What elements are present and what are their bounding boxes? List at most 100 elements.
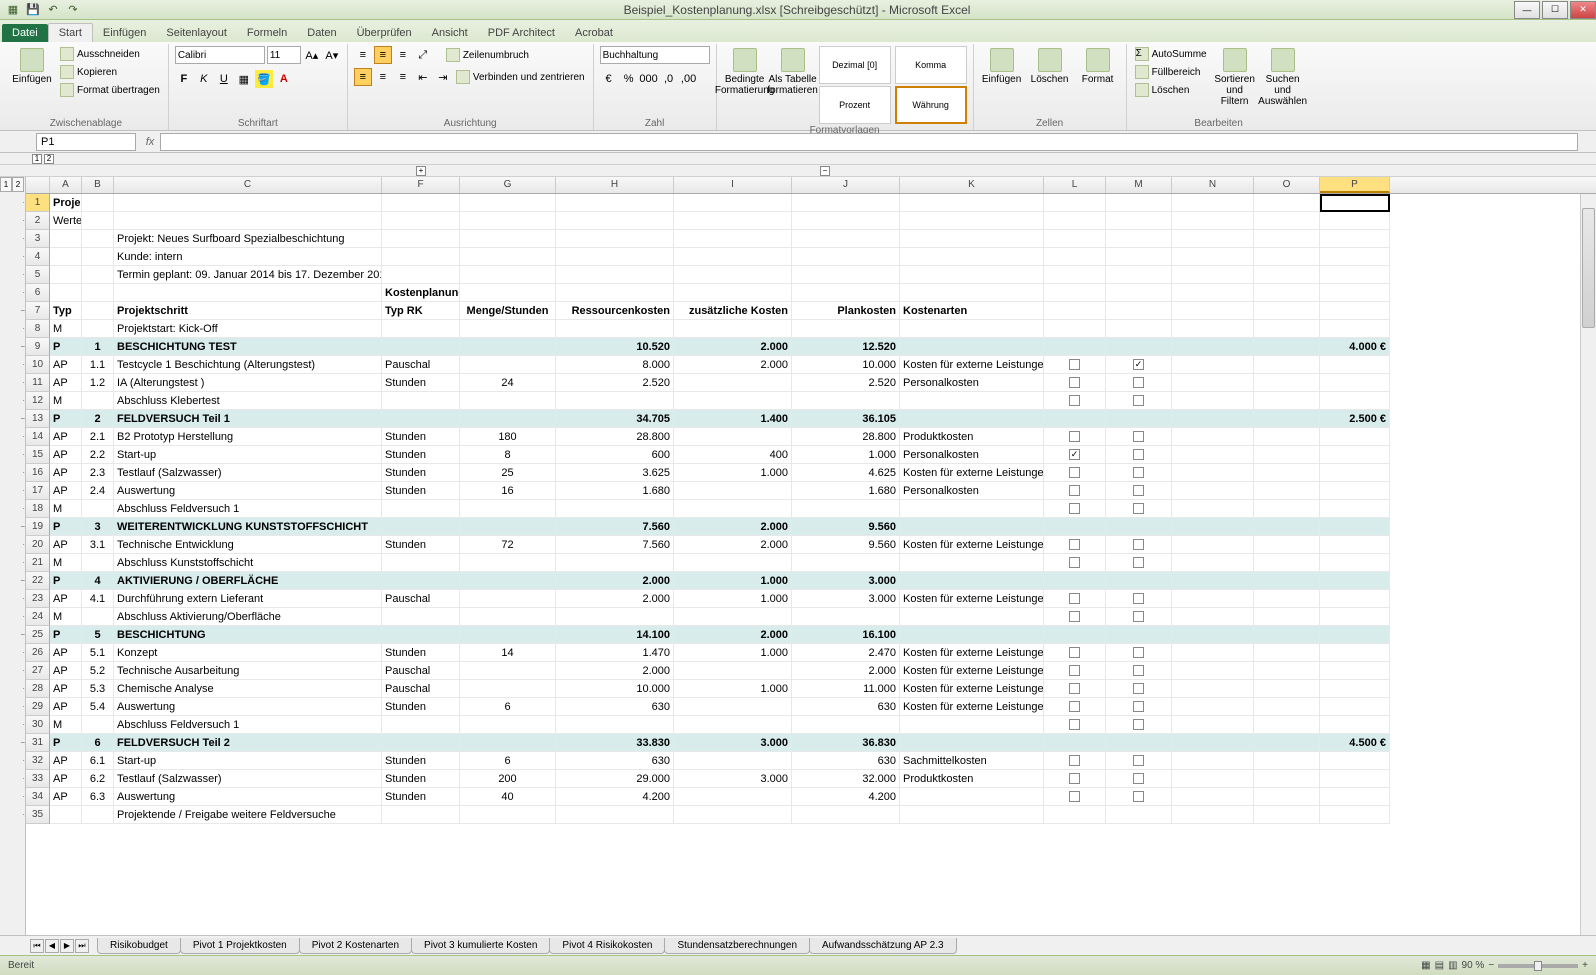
row-header-28[interactable]: 28 bbox=[26, 680, 50, 698]
row-outline-2[interactable]: 2 bbox=[12, 177, 24, 192]
cell[interactable]: 16.100 bbox=[792, 626, 900, 644]
cell[interactable] bbox=[1254, 752, 1320, 770]
cell[interactable] bbox=[1106, 374, 1172, 392]
sheet-tab[interactable]: Pivot 2 Kostenarten bbox=[299, 938, 412, 954]
paste-button[interactable]: Einfügen bbox=[10, 46, 54, 85]
row-header-10[interactable]: 10 bbox=[26, 356, 50, 374]
checkbox[interactable] bbox=[1069, 377, 1080, 388]
sheet-tab[interactable]: Pivot 3 kumulierte Kosten bbox=[411, 938, 550, 954]
cell[interactable] bbox=[460, 680, 556, 698]
sheet-tab[interactable]: Aufwandsschätzung AP 2.3 bbox=[809, 938, 957, 954]
row-header-12[interactable]: 12 bbox=[26, 392, 50, 410]
cell[interactable]: Durchführung extern Lieferant bbox=[114, 590, 382, 608]
cell[interactable] bbox=[1172, 248, 1254, 266]
cell[interactable] bbox=[460, 734, 556, 752]
cell[interactable] bbox=[114, 194, 382, 212]
checkbox[interactable] bbox=[1133, 683, 1144, 694]
cell[interactable] bbox=[82, 806, 114, 824]
cell[interactable] bbox=[792, 230, 900, 248]
cell[interactable] bbox=[382, 230, 460, 248]
cell[interactable] bbox=[1044, 464, 1106, 482]
col-header-K[interactable]: K bbox=[900, 177, 1044, 193]
cell[interactable] bbox=[900, 608, 1044, 626]
cell[interactable]: 400 bbox=[674, 446, 792, 464]
cell[interactable] bbox=[1172, 464, 1254, 482]
cell[interactable]: Chemische Analyse bbox=[114, 680, 382, 698]
cell[interactable] bbox=[1044, 302, 1106, 320]
cell[interactable]: 4.200 bbox=[556, 788, 674, 806]
cell[interactable] bbox=[674, 428, 792, 446]
cell[interactable] bbox=[556, 320, 674, 338]
cell[interactable] bbox=[460, 590, 556, 608]
col-header-B[interactable]: B bbox=[82, 177, 114, 193]
cell[interactable] bbox=[792, 284, 900, 302]
cell[interactable] bbox=[900, 284, 1044, 302]
row-header-19[interactable]: 19 bbox=[26, 518, 50, 536]
cell[interactable] bbox=[1044, 428, 1106, 446]
cell[interactable] bbox=[82, 266, 114, 284]
cell[interactable] bbox=[900, 626, 1044, 644]
checkbox[interactable] bbox=[1069, 485, 1080, 496]
cell[interactable]: Ressourcenkosten bbox=[556, 302, 674, 320]
cell[interactable] bbox=[1172, 752, 1254, 770]
cell[interactable] bbox=[1044, 698, 1106, 716]
cell[interactable] bbox=[556, 284, 674, 302]
cell[interactable] bbox=[1106, 248, 1172, 266]
cell[interactable] bbox=[900, 266, 1044, 284]
checkbox[interactable] bbox=[1133, 539, 1144, 550]
sort-filter-button[interactable]: Sortieren und Filtern bbox=[1213, 46, 1257, 107]
col-header-I[interactable]: I bbox=[674, 177, 792, 193]
cell[interactable]: Abschluss Aktivierung/Oberfläche bbox=[114, 608, 382, 626]
cell[interactable]: 10.000 bbox=[792, 356, 900, 374]
cell[interactable] bbox=[1044, 338, 1106, 356]
checkbox[interactable] bbox=[1069, 557, 1080, 568]
cell[interactable]: Typ RK bbox=[382, 302, 460, 320]
checkbox[interactable] bbox=[1133, 377, 1144, 388]
checkbox[interactable] bbox=[1133, 719, 1144, 730]
cell[interactable]: M bbox=[50, 554, 82, 572]
indent-decrease-icon[interactable]: ⇤ bbox=[414, 68, 432, 86]
cell[interactable] bbox=[900, 554, 1044, 572]
cell[interactable]: 630 bbox=[792, 752, 900, 770]
zoom-slider[interactable] bbox=[1498, 964, 1578, 968]
cell[interactable]: 36.830 bbox=[792, 734, 900, 752]
cell[interactable] bbox=[382, 554, 460, 572]
cell[interactable] bbox=[1172, 806, 1254, 824]
row-header-2[interactable]: 2 bbox=[26, 212, 50, 230]
cell[interactable] bbox=[382, 320, 460, 338]
cell[interactable] bbox=[674, 500, 792, 518]
cell[interactable] bbox=[460, 662, 556, 680]
cut-button[interactable]: Ausschneiden bbox=[58, 46, 162, 62]
cell[interactable] bbox=[1254, 266, 1320, 284]
cell[interactable] bbox=[1172, 536, 1254, 554]
row-header-9[interactable]: 9 bbox=[26, 338, 50, 356]
cell[interactable] bbox=[1106, 572, 1172, 590]
cell[interactable]: 6.3 bbox=[82, 788, 114, 806]
col-header-L[interactable]: L bbox=[1044, 177, 1106, 193]
style-comma[interactable]: Komma bbox=[895, 46, 967, 84]
cell[interactable]: 4.500 € bbox=[1320, 734, 1390, 752]
cell[interactable] bbox=[900, 500, 1044, 518]
cell[interactable]: AP bbox=[50, 770, 82, 788]
cell[interactable] bbox=[900, 716, 1044, 734]
cell[interactable] bbox=[900, 734, 1044, 752]
cell[interactable] bbox=[1172, 662, 1254, 680]
increase-font-icon[interactable]: A▴ bbox=[303, 46, 321, 64]
cell[interactable] bbox=[1320, 284, 1390, 302]
cell[interactable]: 2.000 bbox=[674, 626, 792, 644]
cell[interactable] bbox=[1254, 194, 1320, 212]
cell[interactable] bbox=[900, 230, 1044, 248]
cell[interactable] bbox=[1320, 680, 1390, 698]
row-outline-1[interactable]: 1 bbox=[0, 177, 12, 192]
row-header-1[interactable]: 1 bbox=[26, 194, 50, 212]
cell[interactable] bbox=[1044, 608, 1106, 626]
cell[interactable] bbox=[50, 266, 82, 284]
cell[interactable] bbox=[556, 212, 674, 230]
cell[interactable] bbox=[1106, 752, 1172, 770]
align-right-icon[interactable]: ≡ bbox=[394, 68, 412, 86]
col-header-J[interactable]: J bbox=[792, 177, 900, 193]
checkbox[interactable] bbox=[1133, 431, 1144, 442]
cell[interactable] bbox=[82, 212, 114, 230]
cell[interactable]: 28.800 bbox=[556, 428, 674, 446]
cell[interactable] bbox=[1172, 500, 1254, 518]
